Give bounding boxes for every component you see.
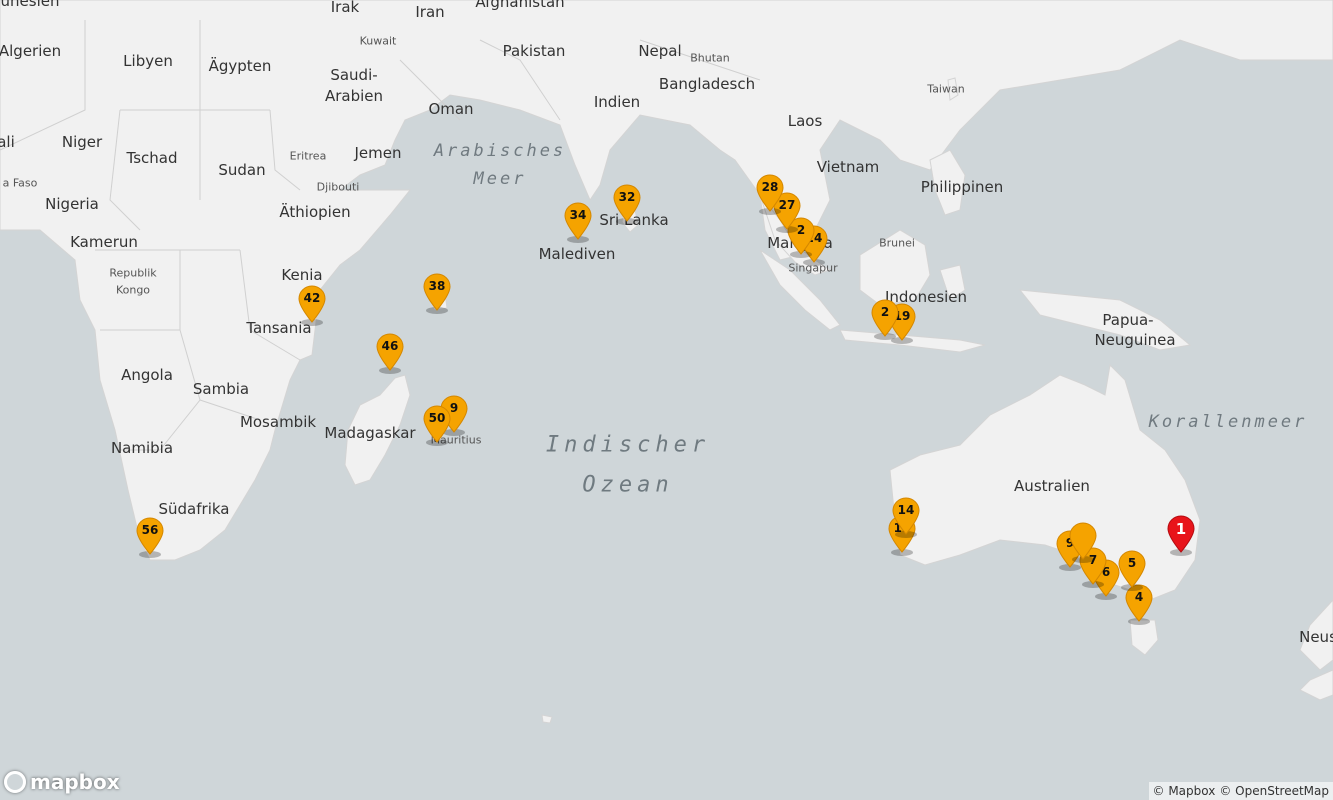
- map-pin-icon: [1069, 522, 1097, 560]
- country-label: Laos: [787, 112, 823, 130]
- map-marker[interactable]: 34: [564, 202, 592, 240]
- country-label: Irak: [330, 0, 360, 16]
- map[interactable]: Algerien Libyen Ägypten Irak Iran Afghanistan…: [0, 0, 1333, 800]
- marker-label: 28: [761, 180, 779, 194]
- marker-label: 34: [569, 208, 587, 222]
- marker-label: 46: [381, 339, 399, 353]
- marker-label: 32: [618, 190, 636, 204]
- country-label: Pakistan: [502, 42, 566, 60]
- country-label: Jemen: [354, 144, 402, 162]
- map-marker[interactable]: 46: [376, 333, 404, 371]
- map-marker[interactable]: 38: [423, 273, 451, 311]
- selected-map-marker[interactable]: 1: [1167, 515, 1195, 553]
- marker-label: 50: [428, 411, 446, 425]
- map-marker[interactable]: 14: [892, 497, 920, 535]
- country-label: Niger: [61, 133, 103, 151]
- country-label: Kuwait: [359, 34, 397, 48]
- country-label: Vietnam: [816, 158, 880, 176]
- sea-label: Ozean: [582, 472, 674, 498]
- map-marker[interactable]: 42: [298, 285, 326, 323]
- country-label: Südafrika: [158, 500, 230, 518]
- country-label: Kenia: [281, 266, 323, 284]
- country-label: Australien: [1014, 477, 1090, 495]
- map-marker[interactable]: 32: [613, 184, 641, 222]
- sea-label: Indischer: [545, 432, 711, 458]
- country-label: Mosambik: [239, 413, 317, 431]
- marker-label: 2: [880, 305, 890, 319]
- mapbox-logo-text: mapbox: [30, 770, 120, 794]
- country-label: Bhutan: [690, 51, 730, 65]
- sea-label: Korallenmeer: [1148, 412, 1308, 432]
- sea-label: Meer: [473, 169, 527, 189]
- marker-label: 42: [303, 291, 321, 305]
- country-label: Philippinen: [920, 178, 1004, 196]
- marker-label: 5: [1127, 556, 1137, 570]
- country-label: Ägypten: [208, 57, 272, 75]
- country-label: a Faso: [2, 176, 38, 190]
- country-label: Nepal: [638, 42, 682, 60]
- country-label: Taiwan: [927, 82, 965, 96]
- country-label: Äthiopien: [279, 203, 351, 221]
- country-label: Oman: [428, 100, 474, 118]
- country-label: Angola: [121, 366, 173, 384]
- country-label: Papua-: [1102, 311, 1154, 329]
- country-label: Neuguinea: [1094, 331, 1176, 349]
- country-label: Namibia: [110, 439, 174, 457]
- attribution-osm-link[interactable]: © OpenStreetMap: [1219, 784, 1329, 798]
- country-label: Eritrea: [289, 149, 327, 163]
- country-label: Libyen: [123, 52, 173, 70]
- map-marker[interactable]: 5: [1118, 550, 1146, 588]
- country-label: Afghanistan: [475, 0, 565, 11]
- map-marker[interactable]: 2: [871, 299, 899, 337]
- attribution: © Mapbox © OpenStreetMap: [1148, 782, 1333, 800]
- country-label: ali: [0, 133, 15, 151]
- map-marker[interactable]: 50: [423, 405, 451, 443]
- marker-label: 4: [1134, 590, 1144, 604]
- country-label: Djibouti: [316, 180, 360, 194]
- map-marker[interactable]: [1069, 522, 1097, 560]
- basemap: [0, 0, 1333, 800]
- mapbox-logo-icon: [4, 771, 26, 793]
- country-label: Iran: [415, 3, 445, 21]
- marker-label: 56: [141, 523, 159, 537]
- country-label: Sudan: [218, 161, 266, 179]
- country-label: Arabien: [324, 87, 384, 105]
- country-label: Bangladesch: [658, 75, 756, 93]
- country-label: Indien: [593, 93, 641, 111]
- country-label: Neus: [1299, 628, 1333, 646]
- country-label: Kongo: [115, 283, 151, 297]
- marker-label: 1: [1175, 520, 1187, 538]
- country-label: Tschad: [126, 149, 178, 167]
- country-label: unesien: [0, 0, 60, 10]
- country-label: Kamerun: [70, 233, 138, 251]
- attribution-mapbox-link[interactable]: © Mapbox: [1153, 784, 1216, 798]
- marker-label: 14: [897, 503, 915, 517]
- marker-label: 38: [428, 279, 446, 293]
- country-label: Algerien: [0, 42, 62, 60]
- country-label: Madagaskar: [324, 424, 416, 442]
- mapbox-logo[interactable]: mapbox: [4, 770, 120, 794]
- map-marker[interactable]: 56: [136, 517, 164, 555]
- country-label: Saudi-: [330, 66, 378, 84]
- country-label: Republik: [109, 266, 157, 280]
- country-label: Sambia: [192, 380, 250, 398]
- country-label: Malediven: [538, 245, 616, 263]
- map-marker[interactable]: 28: [756, 174, 784, 212]
- sea-label: Arabisches: [433, 141, 567, 161]
- country-label: Nigeria: [45, 195, 99, 213]
- country-label: Brunei: [879, 236, 915, 250]
